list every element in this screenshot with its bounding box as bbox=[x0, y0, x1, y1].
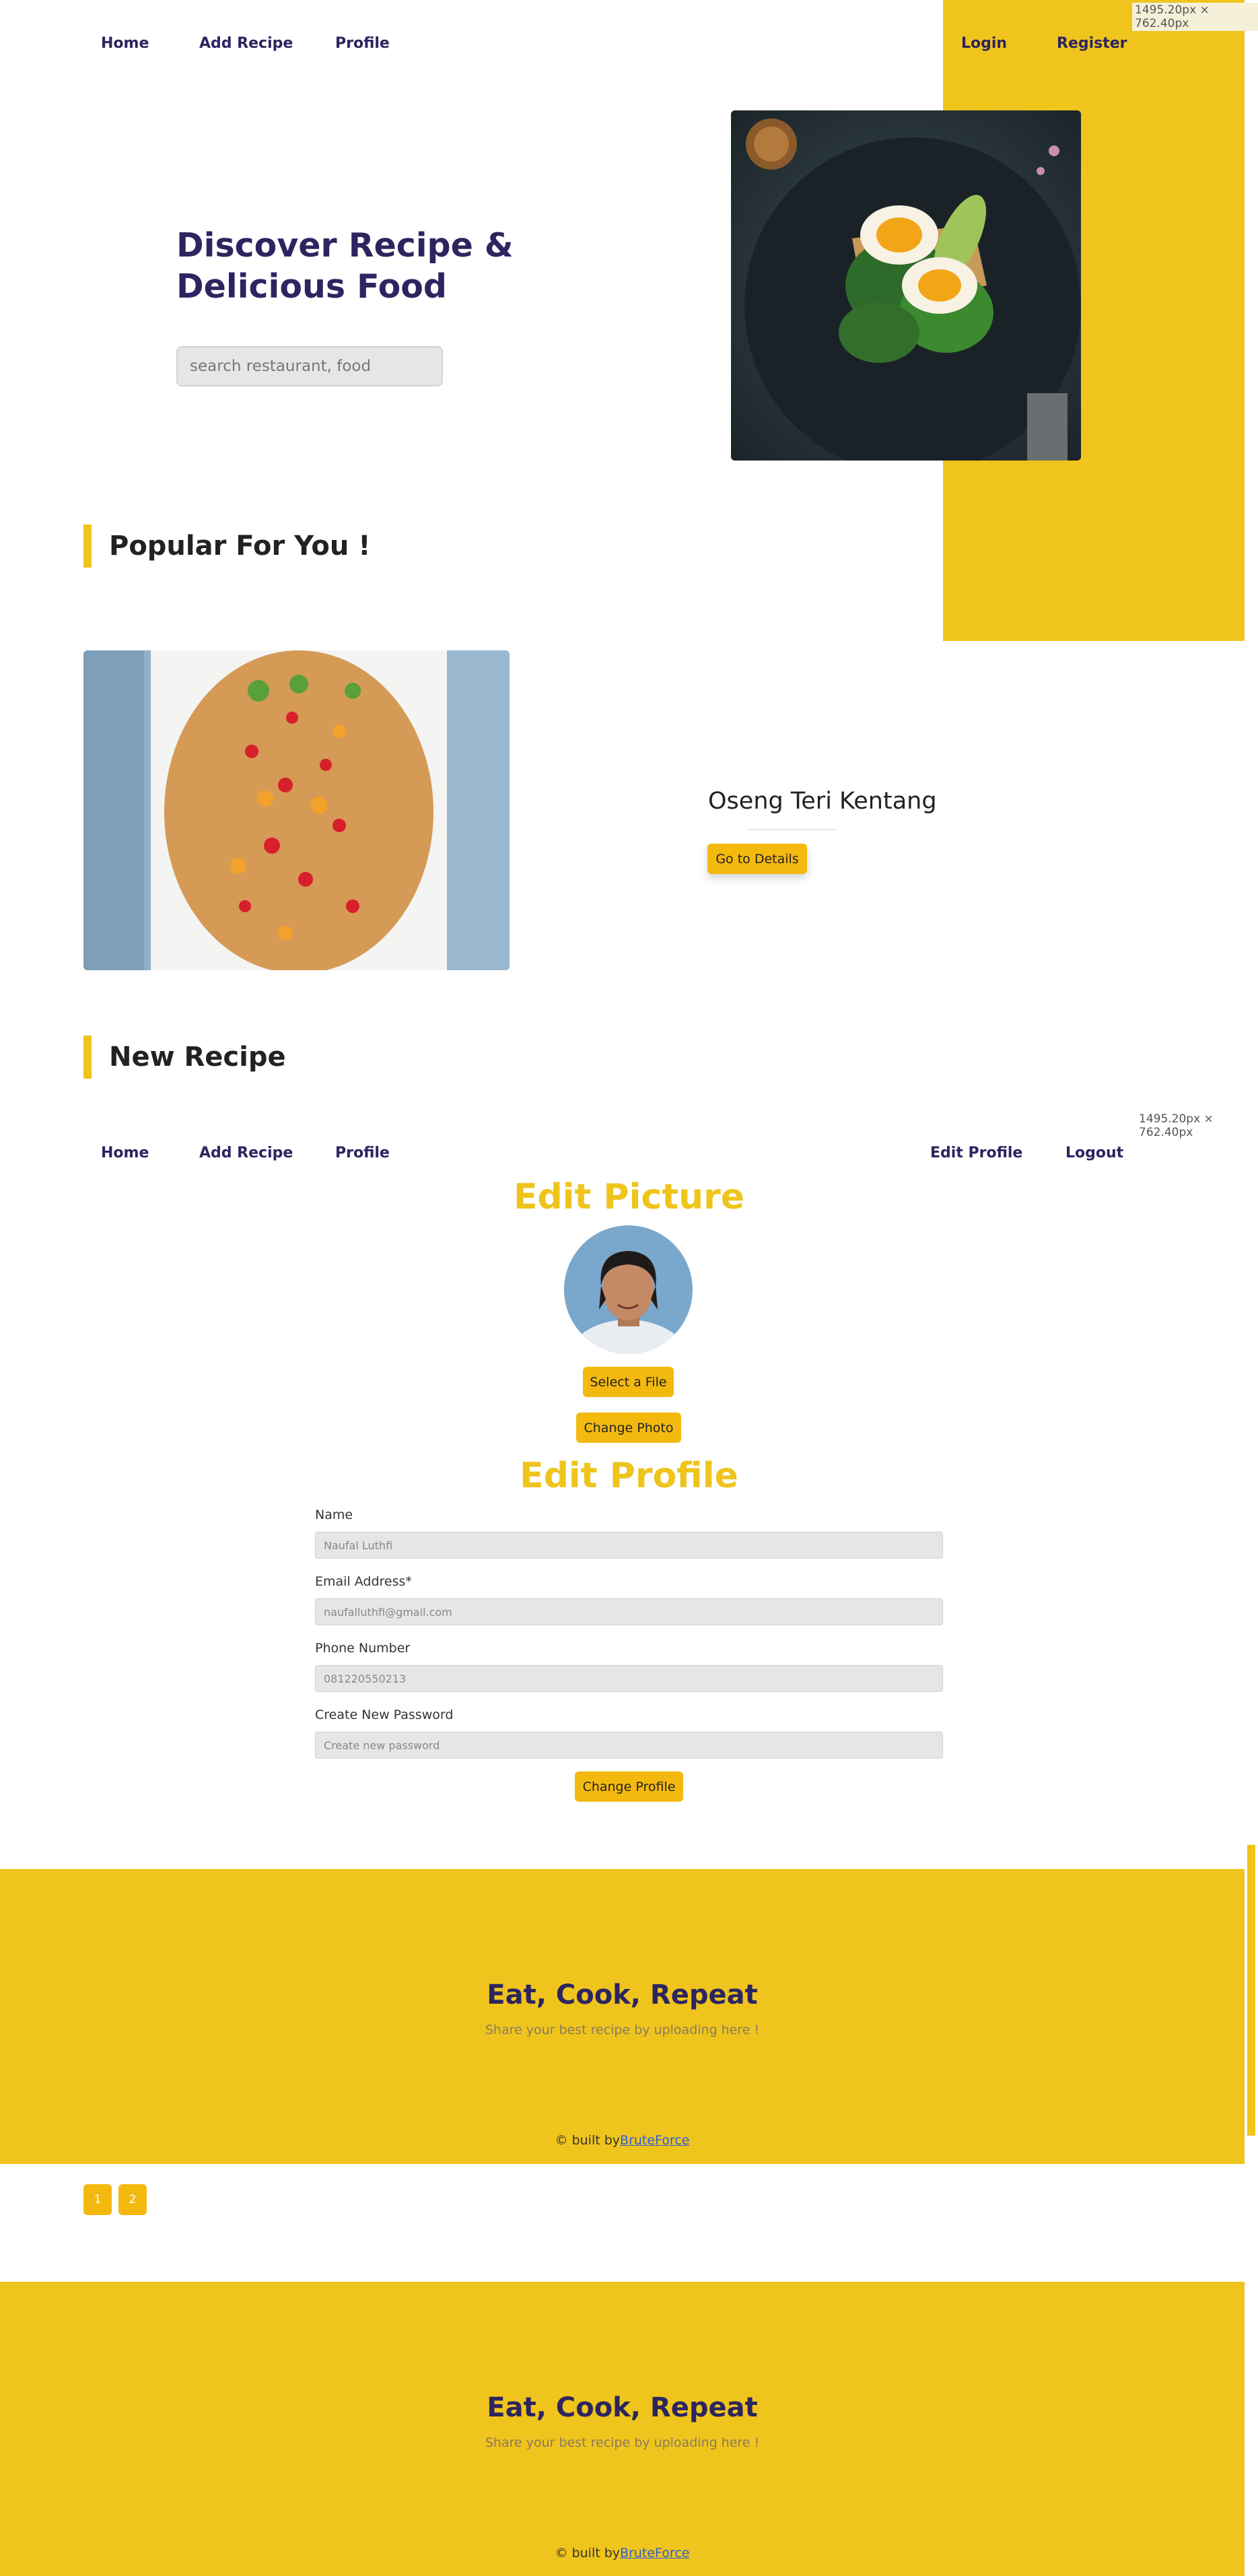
pagination-page-1[interactable]: 1 bbox=[83, 2184, 112, 2215]
email-label: Email Address* bbox=[315, 1574, 412, 1589]
new-recipe-section-title: New Recipe bbox=[109, 1042, 286, 1073]
footer-credit-text: © built by bbox=[555, 2133, 621, 2148]
password-field[interactable] bbox=[315, 1732, 943, 1759]
popular-recipe-name: Oseng Teri Kentang bbox=[708, 788, 937, 815]
profile-nav-edit-profile-link[interactable]: Edit Profile bbox=[930, 1145, 1022, 1161]
email-field[interactable] bbox=[315, 1598, 943, 1625]
dimension-tag: 1495.20px × 762.40px bbox=[1132, 3, 1258, 31]
popular-section-bar bbox=[83, 524, 92, 568]
footer-credit-link[interactable]: BruteForce bbox=[620, 2133, 689, 2148]
footer-credit-link-2[interactable]: BruteForce bbox=[620, 2546, 689, 2561]
footer-title-2: Eat, Cook, Repeat bbox=[487, 2392, 758, 2423]
recipe-name-divider bbox=[747, 829, 837, 830]
footer-credit-text-2: © built by bbox=[555, 2546, 621, 2561]
profile-nav-home-link[interactable]: Home bbox=[101, 1145, 149, 1161]
edit-picture-title: Edit Picture bbox=[513, 1177, 745, 1217]
footer-subtitle-2: Share your best recipe by uploading here… bbox=[485, 2435, 760, 2450]
pagination-page-2[interactable]: 2 bbox=[118, 2184, 147, 2215]
edit-profile-title: Edit Profile bbox=[520, 1456, 738, 1496]
nav-register-link[interactable]: Register bbox=[1057, 35, 1127, 52]
new-recipe-section-bar bbox=[83, 1036, 92, 1079]
search-input[interactable] bbox=[176, 346, 443, 386]
dimension-tag-2: 1495.20px × 762.40px bbox=[1139, 1112, 1214, 1139]
avatar bbox=[564, 1225, 693, 1354]
hero-food-image bbox=[731, 110, 1081, 461]
footer-subtitle: Share your best recipe by uploading here… bbox=[485, 2023, 760, 2037]
footer-background-2 bbox=[0, 2282, 1245, 2576]
name-field[interactable] bbox=[315, 1532, 943, 1559]
footer-title: Eat, Cook, Repeat bbox=[487, 1979, 758, 2010]
footer-background bbox=[0, 1869, 1245, 2164]
nav-add-recipe-link[interactable]: Add Recipe bbox=[199, 35, 293, 52]
popular-recipe-image[interactable] bbox=[83, 650, 510, 970]
popular-section-title: Popular For You ! bbox=[109, 531, 371, 562]
phone-field[interactable] bbox=[315, 1665, 943, 1692]
select-file-button[interactable]: Select a File bbox=[583, 1367, 674, 1397]
profile-nav-logout-link[interactable]: Logout bbox=[1065, 1145, 1123, 1161]
password-label: Create New Password bbox=[315, 1707, 454, 1722]
go-to-details-button[interactable]: Go to Details bbox=[707, 844, 807, 874]
profile-nav-profile-link[interactable]: Profile bbox=[335, 1145, 390, 1161]
phone-label: Phone Number bbox=[315, 1641, 411, 1656]
profile-nav-add-recipe-link[interactable]: Add Recipe bbox=[199, 1145, 293, 1161]
nav-home-link[interactable]: Home bbox=[101, 35, 149, 52]
footer-credit: © built byBruteForce bbox=[0, 2133, 1245, 2148]
name-label: Name bbox=[315, 1507, 353, 1522]
hero-title: Discover Recipe & Delicious Food bbox=[176, 226, 514, 306]
change-photo-button[interactable]: Change Photo bbox=[576, 1413, 681, 1443]
change-profile-button[interactable]: Change Profile bbox=[575, 1771, 683, 1802]
footer-edge-strip bbox=[1247, 1845, 1255, 2136]
nav-profile-link[interactable]: Profile bbox=[335, 35, 390, 52]
footer-credit-2: © built byBruteForce bbox=[0, 2546, 1245, 2561]
nav-login-link[interactable]: Login bbox=[961, 35, 1007, 52]
